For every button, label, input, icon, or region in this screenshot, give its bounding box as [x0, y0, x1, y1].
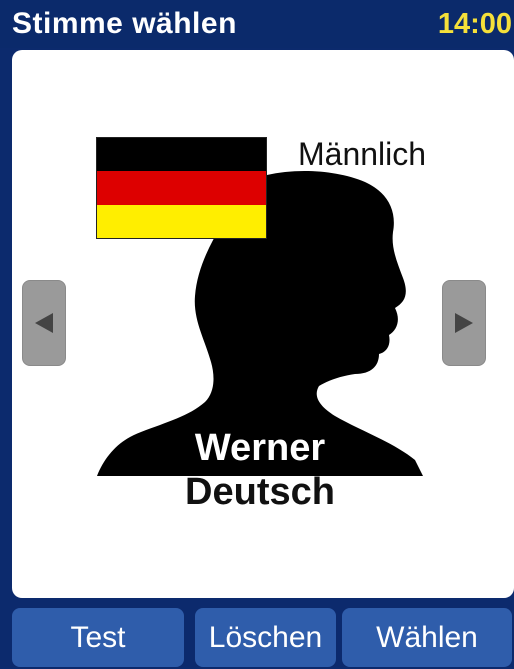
- voice-select-screen: Stimme wählen 14:00 Männlich Werner Deut…: [0, 0, 514, 669]
- right-arrow-icon: [455, 313, 473, 333]
- flag-stripe-red: [97, 171, 266, 205]
- page-title: Stimme wählen: [12, 7, 237, 40]
- flag-stripe-black: [97, 138, 266, 172]
- voice-gender-label: Männlich: [298, 136, 427, 172]
- clock: 14:00: [437, 8, 512, 40]
- voice-name: Werner: [194, 427, 326, 469]
- left-arrow-icon: [35, 313, 53, 333]
- test-button[interactable]: Test: [12, 608, 184, 667]
- title-bar: Stimme wählen 14:00: [0, 0, 514, 48]
- delete-button[interactable]: Löschen: [195, 608, 336, 667]
- flag-stripe-gold: [97, 204, 266, 238]
- voice-language: Deutsch: [185, 471, 335, 513]
- select-button[interactable]: Wählen: [342, 608, 512, 667]
- previous-voice-button[interactable]: [22, 280, 66, 366]
- flag-germany-icon: [96, 137, 267, 239]
- next-voice-button[interactable]: [442, 280, 486, 366]
